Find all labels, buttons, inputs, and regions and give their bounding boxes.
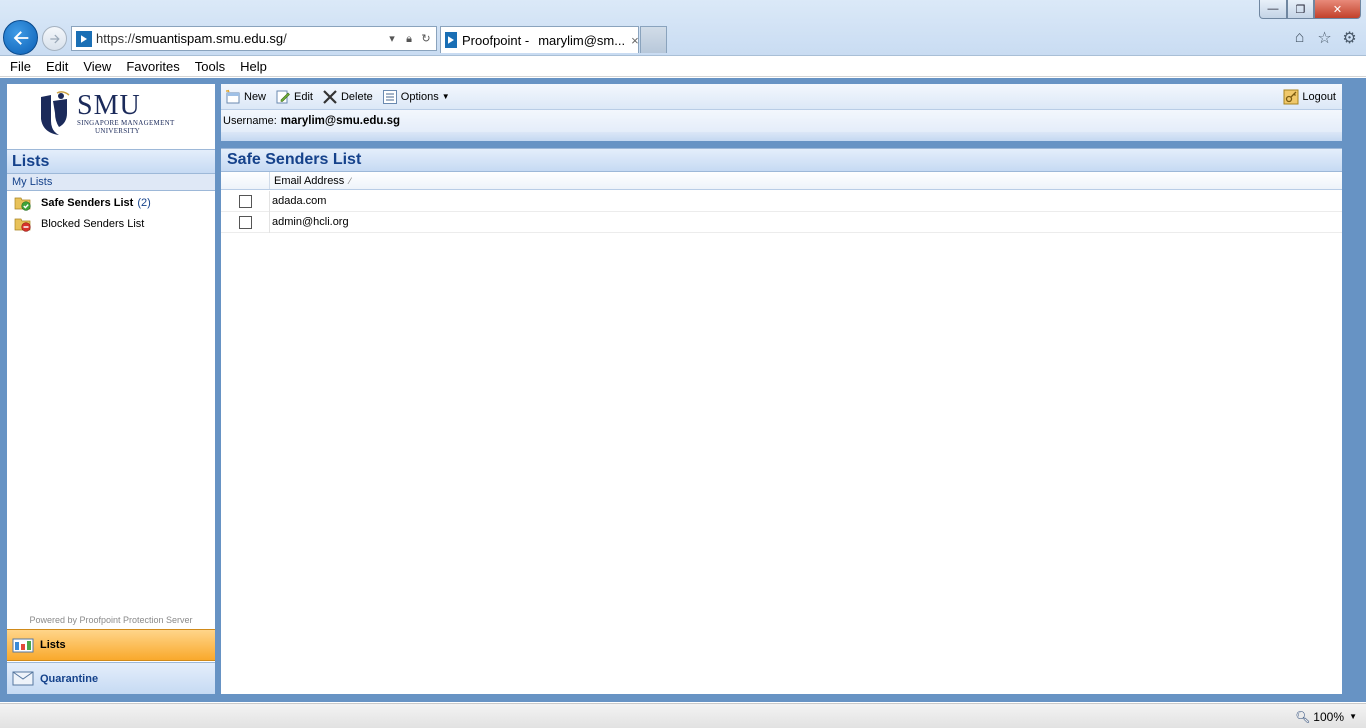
refresh-icon[interactable]: ↻ (419, 32, 433, 46)
status-bar: 🔍︎ 100% ▼ (0, 703, 1366, 728)
lists-panel-header: Lists (7, 149, 215, 174)
toolbar: New Edit Delete Options ▼ Logout (221, 84, 1342, 110)
nav-tab-quarantine[interactable]: Quarantine (7, 662, 215, 694)
delete-icon (322, 89, 338, 105)
row-email: admin@hcli.org (272, 216, 349, 228)
new-button[interactable]: New (225, 89, 266, 105)
table-row[interactable]: admin@hcli.org (221, 211, 1342, 233)
back-arrow-icon (13, 30, 28, 45)
page-title: Safe Senders List (221, 148, 1342, 172)
toolbar-panel: New Edit Delete Options ▼ Logout Usernam… (221, 84, 1342, 141)
zoom-level: 100% (1313, 710, 1344, 724)
menu-favorites[interactable]: Favorites (126, 59, 179, 74)
app-frame: SMU SINGAPORE MANAGEMENT UNIVERSITY List… (0, 78, 1366, 702)
zoom-control[interactable]: 🔍︎ 100% (1295, 710, 1344, 724)
tab-title: Proofpoint - (462, 32, 530, 48)
favorites-star-icon[interactable]: ☆ (1316, 29, 1333, 47)
menu-bar: File Edit View Favorites Tools Help (0, 56, 1366, 77)
my-lists-section: My Lists (7, 174, 215, 191)
username-value: marylim@smu.edu.sg (280, 115, 401, 127)
lists-icon (12, 637, 34, 654)
logout-button[interactable]: Logout (1283, 89, 1336, 105)
logo-text: SMU SINGAPORE MANAGEMENT UNIVERSITY (77, 89, 175, 135)
sidebar-item-count: (2) (137, 196, 151, 209)
proofpoint-tab-icon (445, 32, 457, 48)
smu-logo: SMU SINGAPORE MANAGEMENT UNIVERSITY (7, 84, 215, 143)
main-panel: Safe Senders List Email Address ⁄ adada.… (221, 148, 1342, 694)
row-email: adada.com (272, 195, 327, 207)
smu-crest-icon (41, 90, 70, 135)
nav-tab-lists[interactable]: Lists (7, 629, 215, 661)
row-select-cell (221, 211, 270, 233)
zoom-dropdown-icon[interactable]: ▼ (1349, 712, 1357, 721)
forward-button[interactable] (42, 26, 67, 51)
table-header: Email Address ⁄ (221, 172, 1342, 190)
delete-button[interactable]: Delete (322, 89, 373, 105)
chrome-icons: ⌂ ☆ ⚙ (1291, 29, 1358, 47)
edit-button[interactable]: Edit (275, 89, 313, 105)
browser-tab[interactable]: Proofpoint - marylim@sm... × (440, 26, 639, 53)
proofpoint-site-icon (76, 30, 92, 47)
zoom-icon: 🔍︎ (1295, 710, 1311, 724)
sidebar-item-label: Safe Senders List (41, 196, 134, 209)
blocked-list-icon (14, 216, 32, 232)
browser-chrome: https://smuantispam.smu.edu.sg/ ▾ 🔒︎ ↻ P… (0, 0, 1366, 56)
username-row: Username: marylim@smu.edu.sg (221, 110, 1342, 132)
sidebar-item-label: Blocked Senders List (41, 217, 145, 230)
window-controls: — ❐ ✕ (1259, 0, 1361, 19)
minimize-button[interactable]: — (1259, 0, 1287, 19)
options-dropdown-icon: ▼ (441, 92, 450, 101)
username-label: Username: (223, 115, 277, 127)
new-icon (225, 89, 241, 105)
tab-title-user: marylim@sm... (538, 32, 626, 48)
menu-edit[interactable]: Edit (46, 59, 68, 74)
toolbar-divider (221, 132, 1342, 141)
row-checkbox[interactable] (238, 194, 252, 208)
back-button[interactable] (3, 20, 38, 55)
sidebar-item-blocked-senders[interactable]: Blocked Senders List (7, 213, 215, 234)
address-dropdown-icon[interactable]: ▾ (385, 32, 399, 46)
menu-tools[interactable]: Tools (195, 59, 225, 74)
options-icon (382, 89, 398, 105)
forward-arrow-icon (49, 34, 60, 43)
nav-tab-label: Lists (40, 639, 66, 651)
gear-icon[interactable]: ⚙ (1341, 29, 1358, 47)
address-bar[interactable]: https://smuantispam.smu.edu.sg/ ▾ 🔒︎ ↻ (71, 26, 437, 51)
row-select-cell (221, 190, 270, 212)
address-url[interactable]: https://smuantispam.smu.edu.sg/ (96, 31, 385, 46)
tab-close-icon[interactable]: × (631, 33, 639, 48)
row-checkbox[interactable] (238, 215, 252, 229)
home-icon[interactable]: ⌂ (1291, 29, 1308, 46)
lock-icon[interactable]: 🔒︎ (402, 32, 416, 46)
left-panel: SMU SINGAPORE MANAGEMENT UNIVERSITY List… (7, 84, 215, 694)
sidebar-item-safe-senders[interactable]: Safe Senders List (2) (7, 192, 215, 213)
new-tab-button[interactable] (640, 26, 667, 53)
options-button[interactable]: Options ▼ (382, 89, 450, 105)
maximize-button[interactable]: ❐ (1287, 0, 1314, 19)
sort-indicator-icon: ⁄ (349, 175, 351, 186)
safe-list-icon (14, 195, 32, 211)
nav-tab-label: Quarantine (40, 672, 99, 685)
quarantine-icon (12, 670, 34, 687)
menu-view[interactable]: View (83, 59, 111, 74)
menu-help[interactable]: Help (240, 59, 267, 74)
powered-by-text: Powered by Proofpoint Protection Server (29, 615, 193, 625)
column-header-select[interactable] (221, 172, 270, 189)
menu-file[interactable]: File (10, 59, 31, 74)
logout-key-icon (1283, 89, 1299, 105)
table-row[interactable]: adada.com (221, 190, 1342, 212)
edit-icon (275, 89, 291, 105)
close-window-button[interactable]: ✕ (1314, 0, 1361, 19)
column-header-email[interactable]: Email Address ⁄ (270, 172, 351, 189)
